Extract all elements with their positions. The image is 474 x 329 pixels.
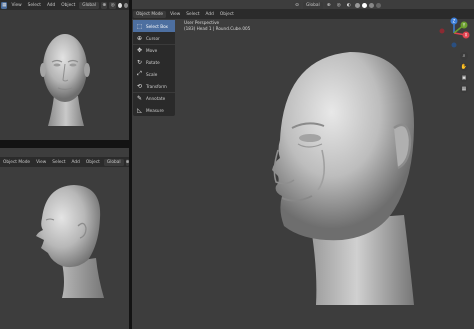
tool-move[interactable]: ✥ Move	[133, 44, 175, 56]
menu-view[interactable]: View	[8, 3, 24, 8]
menu-view[interactable]: View	[33, 160, 49, 165]
tool-label: Scale	[146, 71, 158, 77]
tool-label: Select Box	[146, 23, 169, 29]
tool-label: Measure	[146, 107, 164, 113]
shading-solid-icon[interactable]	[117, 2, 122, 8]
pivot-icon[interactable]: ⊙	[293, 1, 301, 9]
active-object-info: (183) Head 1 | Round.Cube.005	[184, 26, 251, 31]
annotate-icon: ✎	[136, 95, 143, 102]
editor-type-icon[interactable]: ▦	[1, 1, 8, 9]
transform-orientation-dropdown[interactable]: Global	[79, 1, 99, 9]
menu-object[interactable]: Object	[217, 12, 237, 17]
rotate-icon: ↻	[136, 58, 143, 66]
tool-label: Transform	[146, 83, 167, 89]
tool-select-box[interactable]: ⬚ Select Box	[133, 20, 175, 32]
transform-orientation-dropdown[interactable]: Global	[303, 1, 323, 9]
front-view-viewport[interactable]: ▦ View Select Add Object Global ⊕ ◎	[0, 0, 129, 140]
shading-wireframe-icon[interactable]	[354, 2, 360, 8]
object-mode-dropdown[interactable]: Object Mode	[133, 10, 167, 18]
top-left-header: ▦ View Select Add Object Global ⊕ ◎	[0, 0, 129, 10]
menu-object[interactable]: Object	[83, 160, 103, 165]
proportional-edit-icon[interactable]: ◎	[334, 1, 343, 9]
side-view-viewport[interactable]: Object Mode View Select Add Object Globa…	[0, 148, 129, 329]
transform-orientation-dropdown[interactable]: Global	[103, 158, 124, 166]
tool-transform[interactable]: ⟲ Transform	[133, 80, 175, 92]
menu-select[interactable]: Select	[25, 3, 44, 8]
tool-cursor[interactable]: ⊕ Cursor	[133, 32, 175, 44]
shading-material-icon[interactable]	[368, 2, 374, 8]
tool-label: Move	[146, 48, 158, 53]
navigation-gizmo[interactable]: X Z Y	[434, 16, 474, 50]
perspective-grid-icon[interactable]: ▦	[460, 85, 468, 93]
object-mode-dropdown[interactable]: Object Mode	[0, 160, 33, 165]
main-header-right: ⊙ Global ⊕ ◎ ◐	[292, 0, 474, 10]
menu-add[interactable]: Add	[44, 3, 58, 8]
tool-rotate[interactable]: ↻ Rotate	[133, 56, 175, 68]
viewport-info: User Perspective (183) Head 1 | Round.Cu…	[184, 20, 250, 32]
horizontal-area-divider[interactable]	[0, 140, 130, 148]
shading-rendered-icon[interactable]	[375, 2, 381, 8]
tool-measure[interactable]: ◺ Measure	[133, 104, 175, 116]
tool-label: Rotate	[146, 59, 160, 65]
tool-shelf: ⬚ Select Box ⊕ Cursor ✥ Move ↻ Rotate ⤢ …	[133, 20, 175, 116]
bottom-left-header: Object Mode View Select Add Object Globa…	[0, 157, 129, 167]
transform-icon: ⟲	[136, 82, 143, 90]
shading-material-icon[interactable]	[123, 2, 129, 8]
scale-icon: ⤢	[137, 70, 142, 77]
tool-annotate[interactable]: ✎ Annotate	[133, 92, 175, 104]
menu-add[interactable]: Add	[203, 12, 217, 17]
cursor-icon: ⊕	[136, 34, 143, 42]
pan-hand-icon[interactable]: ✋	[460, 63, 468, 71]
z-axis-label: Z	[453, 19, 456, 24]
menu-select[interactable]: Select	[183, 12, 202, 17]
x-axis-label: X	[465, 33, 468, 38]
tool-scale[interactable]: ⤢ Scale	[133, 68, 175, 80]
menu-view[interactable]: View	[167, 12, 183, 17]
tool-label: Annotate	[146, 96, 166, 101]
menu-add[interactable]: Add	[69, 160, 83, 165]
zoom-icon[interactable]: ⌕	[460, 52, 468, 60]
snap-icon[interactable]: ⊕	[100, 1, 108, 9]
snap-icon[interactable]: ⊕	[324, 1, 333, 9]
y-axis-label: Y	[462, 23, 466, 28]
measure-icon: ◺	[137, 106, 142, 114]
shading-solid-icon[interactable]	[361, 2, 367, 8]
tool-label: Cursor	[146, 35, 160, 41]
proportional-edit-icon[interactable]: ◎	[109, 1, 116, 9]
main-viewport[interactable]: Object Mode View Select Add Object ⊙ Glo…	[132, 0, 474, 329]
side-head-render	[36, 185, 104, 298]
main-header: Object Mode View Select Add Object	[132, 9, 474, 19]
camera-icon[interactable]: ▣	[460, 74, 468, 82]
menu-select[interactable]: Select	[49, 160, 68, 165]
select-box-icon: ⬚	[136, 22, 143, 30]
overlay-icon[interactable]: ◐	[344, 1, 353, 9]
front-head-render	[40, 34, 90, 126]
main-head-render	[272, 52, 414, 305]
menu-object[interactable]: Object	[58, 3, 78, 8]
move-icon: ✥	[136, 47, 143, 54]
